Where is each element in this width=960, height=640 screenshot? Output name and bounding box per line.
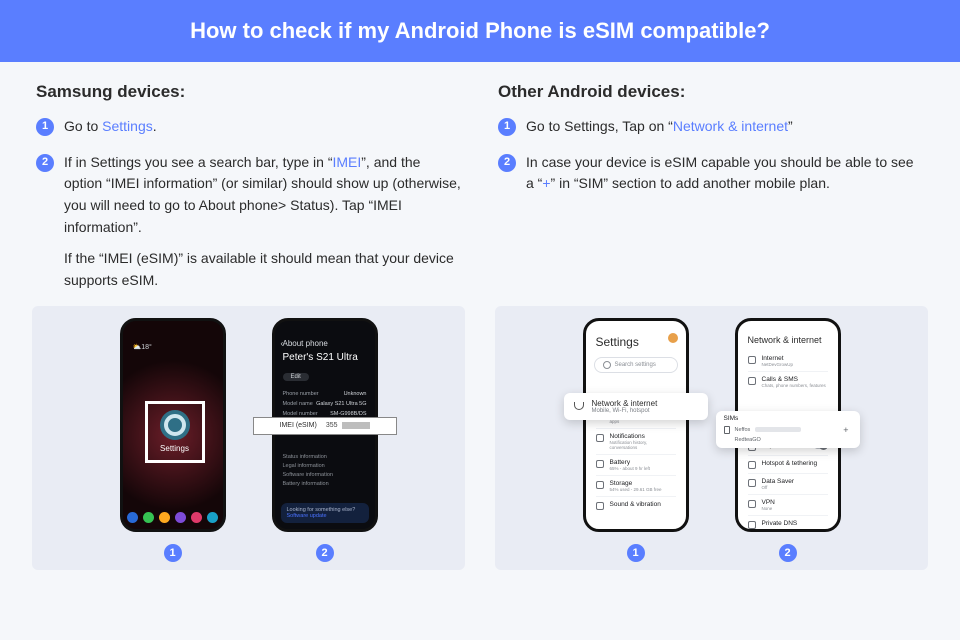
- imei-mask: [342, 422, 370, 429]
- list-item: Battery65% - about 9 hr left: [596, 454, 676, 475]
- other-shots-panel: Settings Search settings AppsAssistant, …: [495, 306, 928, 570]
- phone-screenshot: ⛅18° Settings: [120, 318, 226, 532]
- settings-label: Settings: [160, 444, 189, 453]
- step-badge: 1: [498, 118, 516, 136]
- columns: Samsung devices: 1 Go to Settings. 2 If …: [0, 62, 960, 306]
- other-step-1: 1 Go to Settings, Tap on “Network & inte…: [498, 116, 924, 138]
- search-bar: Search settings: [594, 357, 678, 373]
- network-internet-card: Network & internetMobile, Wi-Fi, hotspot: [564, 393, 708, 420]
- page-header: How to check if my Android Phone is eSIM…: [0, 0, 960, 62]
- internet-icon: [748, 356, 756, 364]
- samsung-shot-2: ‹ About phone Peter's S21 Ultra Edit Pho…: [272, 318, 378, 562]
- shot-number: 2: [779, 544, 797, 562]
- device-name: Peter's S21 Ultra: [275, 352, 375, 365]
- shot-number: 2: [316, 544, 334, 562]
- more-info: Status information Legal information Sof…: [283, 453, 367, 489]
- sim-row: RedteaGO: [724, 436, 852, 444]
- screen-title: Network & internet: [738, 321, 838, 351]
- hotspot-icon: [748, 461, 756, 469]
- screen-title: About phone: [275, 321, 375, 352]
- shot-number: 1: [164, 544, 182, 562]
- step-text: If in Settings you see a search bar, typ…: [64, 152, 462, 292]
- imei-link[interactable]: IMEI: [332, 154, 361, 170]
- datasaver-icon: [748, 479, 756, 487]
- calls-icon: [748, 377, 756, 385]
- step-badge: 1: [36, 118, 54, 136]
- edit-button: Edit: [283, 373, 309, 381]
- network-internet-link[interactable]: Network & internet: [673, 118, 788, 134]
- imei-label: IMEI (eSIM): [280, 422, 317, 429]
- weather-widget: ⛅18°: [133, 343, 152, 351]
- vpn-icon: [748, 500, 756, 508]
- list-item: Hotspot & tethering: [748, 455, 828, 473]
- imei-highlight: IMEI (eSIM) 355: [253, 417, 397, 435]
- storage-icon: [596, 481, 604, 489]
- settings-highlight: Settings: [145, 401, 205, 463]
- other-shots-group: Settings Search settings AppsAssistant, …: [503, 318, 920, 562]
- list-item: VPNNone: [748, 494, 828, 515]
- phone-screenshot: ‹ About phone Peter's S21 Ultra Edit Pho…: [272, 318, 378, 532]
- sound-icon: [596, 502, 604, 510]
- back-icon: ‹: [281, 339, 284, 348]
- list-item: NotificationsNotification history, conve…: [596, 428, 676, 454]
- samsung-step-1: 1 Go to Settings.: [36, 116, 462, 138]
- shot-number: 1: [627, 544, 645, 562]
- sims-header: SIMs: [724, 415, 852, 422]
- masked-text: [755, 427, 801, 432]
- plus-icon: +: [840, 425, 851, 435]
- settings-list-below: Airplane mode Hotspot & tethering Data S…: [738, 438, 838, 529]
- wifi-icon: [574, 402, 584, 410]
- list-item: Calls & SMSChats, phone numbers, feature…: [748, 371, 828, 392]
- step-text: Go to Settings.: [64, 116, 462, 138]
- samsung-shots-panel: ⛅18° Settings 1 ‹ About phone Peter's S2…: [32, 306, 465, 570]
- imei-value: 355: [326, 422, 338, 429]
- sim-row: Neffos+: [724, 424, 852, 436]
- suggestion-box: Looking for something else? Software upd…: [281, 503, 369, 523]
- samsung-shots-group: ⛅18° Settings 1 ‹ About phone Peter's S2…: [40, 318, 457, 562]
- samsung-step-2: 2 If in Settings you see a search bar, t…: [36, 152, 462, 292]
- sims-card: SIMs Neffos+ RedteaGO: [716, 411, 860, 448]
- samsung-column: Samsung devices: 1 Go to Settings. 2 If …: [36, 82, 462, 306]
- step-badge: 2: [498, 154, 516, 172]
- samsung-heading: Samsung devices:: [36, 82, 462, 102]
- info-row: Model nameGalaxy S21 Ultra 5G: [283, 399, 367, 409]
- page-title: How to check if my Android Phone is eSIM…: [190, 18, 770, 43]
- step-text: In case your device is eSIM capable you …: [526, 152, 924, 195]
- settings-link[interactable]: Settings: [102, 118, 153, 134]
- samsung-shot-1: ⛅18° Settings 1: [120, 318, 226, 562]
- plus-link[interactable]: +: [542, 175, 550, 191]
- screenshots-row: ⛅18° Settings 1 ‹ About phone Peter's S2…: [32, 306, 928, 570]
- list-item: Private DNS: [748, 515, 828, 529]
- list-item: Sound & vibration: [596, 496, 676, 514]
- other-heading: Other Android devices:: [498, 82, 924, 102]
- phone-screenshot: Network & internet InternetNetDevGrowUp …: [735, 318, 841, 532]
- notifications-icon: [596, 434, 604, 442]
- other-shot-1: Settings Search settings AppsAssistant, …: [583, 318, 689, 562]
- step-badge: 2: [36, 154, 54, 172]
- other-column: Other Android devices: 1 Go to Settings,…: [498, 82, 924, 306]
- phone-screenshot: Settings Search settings AppsAssistant, …: [583, 318, 689, 532]
- list-item: Data SaverOff: [748, 473, 828, 494]
- account-avatar-icon: [668, 333, 678, 343]
- info-row: Phone numberUnknown: [283, 389, 367, 399]
- other-shot-2: Network & internet InternetNetDevGrowUp …: [735, 318, 841, 562]
- step-paragraph: If the “IMEI (eSIM)” is available it sho…: [64, 248, 462, 291]
- step-text: Go to Settings, Tap on “Network & intern…: [526, 116, 924, 138]
- list-item: InternetNetDevGrowUp: [748, 351, 828, 371]
- settings-list: InternetNetDevGrowUp Calls & SMSChats, p…: [738, 351, 838, 392]
- dock-icons: [123, 512, 223, 523]
- other-step-2: 2 In case your device is eSIM capable yo…: [498, 152, 924, 195]
- battery-icon: [596, 460, 604, 468]
- list-item: Storage54% used - 29.61 GB free: [596, 475, 676, 496]
- gear-icon: [160, 410, 190, 440]
- sim-icon: [724, 426, 730, 434]
- dns-icon: [748, 521, 756, 529]
